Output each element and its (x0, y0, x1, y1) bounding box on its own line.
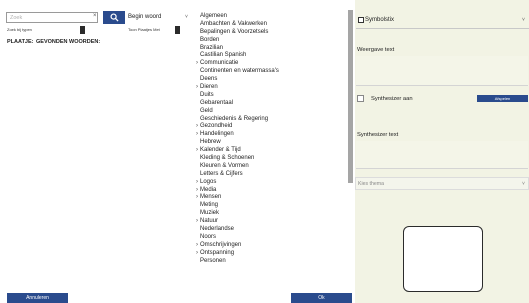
category-item[interactable]: Letters & Cijfers (196, 171, 346, 179)
category-item[interactable]: Castilian Spanish (196, 52, 346, 60)
category-item[interactable]: Media (196, 187, 346, 195)
category-item[interactable]: Brazilian (196, 45, 346, 53)
symbolstix-icon (358, 17, 364, 23)
category-scrollbar[interactable] (348, 10, 353, 183)
search-button[interactable] (103, 11, 125, 24)
show-images-toggle[interactable] (175, 26, 180, 34)
category-item[interactable]: Ambachten & Vakwerken (196, 21, 346, 29)
category-item[interactable]: Deens (196, 76, 346, 84)
cancel-button[interactable]: Annuleren (7, 293, 68, 303)
category-item[interactable]: Algemeen (196, 13, 346, 21)
category-item[interactable]: Communicatie (196, 60, 346, 68)
category-item[interactable]: Meting (196, 202, 346, 210)
category-item[interactable]: Personen (196, 258, 346, 266)
category-item[interactable]: Handelingen (196, 131, 346, 139)
category-item[interactable]: Nederlandse (196, 226, 346, 234)
show-images-label: Toon Plaatjes Met (128, 27, 160, 32)
category-item[interactable]: Kleding & Schoenen (196, 155, 346, 163)
chevron-down-icon[interactable]: ˅ (185, 14, 188, 20)
symbol-set-select[interactable]: Symbolstix (365, 17, 394, 23)
synthesizer-text-field[interactable] (356, 141, 528, 169)
search-input[interactable] (6, 12, 98, 23)
category-item[interactable]: Geschiedenis & Regering (196, 116, 346, 124)
category-item[interactable]: Omschrijvingen (196, 242, 346, 250)
search-while-typing-label: Zoek bij typen (7, 27, 32, 32)
category-item[interactable]: Kleuren & Vormen (196, 163, 346, 171)
synthesizer-checkbox[interactable] (357, 95, 364, 102)
category-item[interactable]: Mensen (196, 194, 346, 202)
category-item[interactable]: Noors (196, 234, 346, 242)
search-mode-select[interactable]: Begin woord (128, 14, 161, 20)
category-item[interactable]: Logos (196, 179, 346, 187)
display-text-label: Weergave text (357, 47, 395, 53)
display-text-field[interactable] (356, 56, 528, 86)
category-item[interactable]: Continenten en watermassa's (196, 68, 346, 76)
search-icon (109, 13, 119, 22)
results-words-header: GEVONDEN WOORDEN: (36, 39, 101, 45)
category-item[interactable]: Duits (196, 92, 346, 100)
search-panel (0, 0, 196, 303)
category-item[interactable]: Gezondheid (196, 123, 346, 131)
category-item[interactable]: Kalender & Tijd (196, 147, 346, 155)
symbol-preview (403, 226, 483, 292)
category-item[interactable]: Gebarentaal (196, 100, 346, 108)
search-while-typing-toggle[interactable] (80, 26, 85, 34)
category-list: Algemeen Ambachten & Vakwerken Bepalingen … (196, 0, 355, 303)
clear-search-icon[interactable]: × (93, 13, 97, 19)
chevron-down-icon[interactable]: ˅ (522, 181, 525, 187)
category-item[interactable]: Borden (196, 37, 346, 45)
theme-select-placeholder: Kies thema (358, 181, 384, 187)
synthesizer-label: Synthesizer aan (371, 96, 413, 102)
ok-button[interactable]: Ok (291, 293, 352, 303)
synthesizer-text-label: Synthesizer text (357, 132, 399, 138)
category-item[interactable]: Ontspanning (196, 250, 346, 258)
chevron-down-icon[interactable]: ˅ (522, 17, 525, 23)
category-item[interactable]: Natuur (196, 218, 346, 226)
category-item[interactable]: Bepalingen & Voorzetsels (196, 29, 346, 37)
category-item[interactable]: Geld (196, 108, 346, 116)
play-button[interactable]: Afspelen (477, 95, 528, 102)
category-item[interactable]: Muziek (196, 210, 346, 218)
results-image-header: PLAATJE: (7, 39, 34, 45)
divider (356, 28, 529, 29)
category-item[interactable]: Hebrew (196, 139, 346, 147)
category-items: Algemeen Ambachten & Vakwerken Bepalingen … (196, 13, 346, 266)
category-item[interactable]: Dieren (196, 84, 346, 92)
